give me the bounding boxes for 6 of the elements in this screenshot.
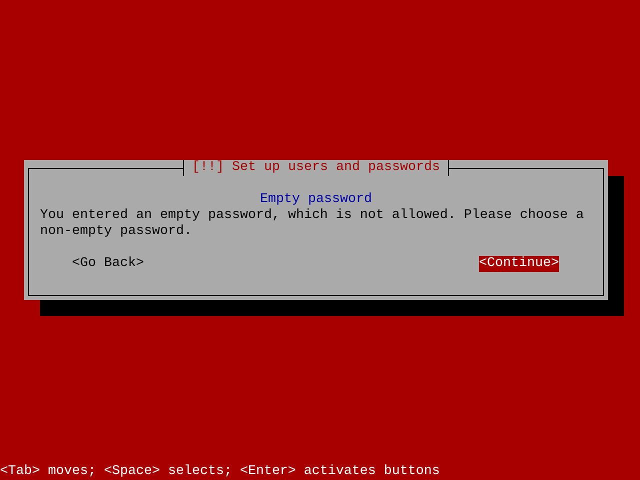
status-bar-hint: <Tab> moves; <Space> selects; <Enter> activates buttons (0, 464, 441, 480)
dialog-button[interactable]: <Go Back> (72, 256, 144, 272)
dialog-title: [!!] Set up users and passwords (183, 160, 449, 176)
dialog-message: You entered an empty password, which is not allowed. Please choose a non-empty password. (40, 208, 585, 240)
dialog-button[interactable]: <Continue> (479, 256, 559, 272)
dialog-heading: Empty password (259, 192, 373, 208)
